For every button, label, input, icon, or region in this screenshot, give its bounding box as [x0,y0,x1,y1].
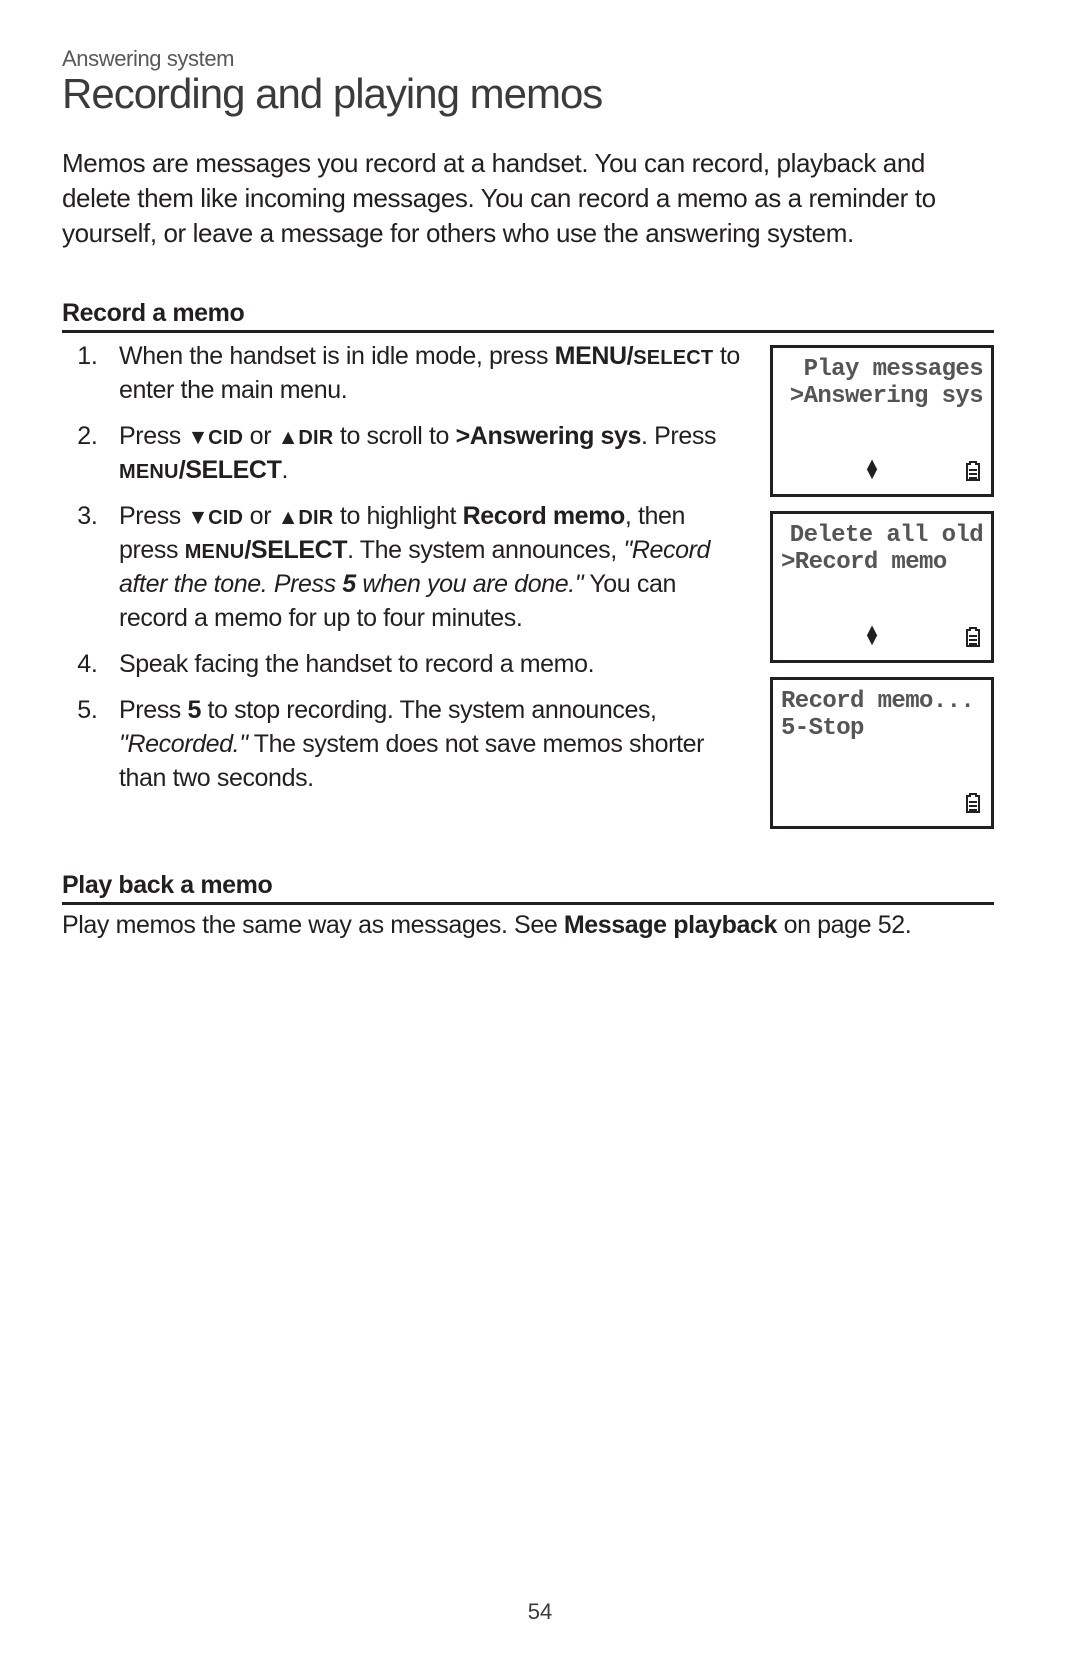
record-heading: Record a memo [62,299,994,333]
handset-screens: Play messages >Answering sys ▲ ▼ Delete … [770,345,994,829]
step-1: When the handset is in idle mode, press … [117,339,746,407]
screen-line: >Answering sys [781,383,983,410]
text: or [243,502,278,530]
screen-line: Play messages [781,356,983,383]
battery-icon [965,626,981,648]
text-bold: Message playback [564,911,777,939]
text: to stop recording. The system announces, [201,696,657,724]
section-eyebrow: Answering system [62,46,994,72]
text: Press [119,696,187,724]
text: . [281,456,288,484]
page-title: Recording and playing memos [62,70,994,118]
page-number: 54 [0,1599,1080,1625]
intro-paragraph: Memos are messages you record at a hands… [62,146,994,251]
text-bold: /SELECT [179,456,282,484]
text: or [243,422,278,450]
screen-icons: ▲ ▼ [781,454,983,488]
text-smallcaps: cid [208,427,243,449]
text-smallcaps: select [633,347,713,369]
down-triangle-icon: ▼ [867,471,878,480]
screen-line: Record memo... [781,688,983,715]
handset-screen-3: Record memo... 5-Stop [770,677,994,829]
playback-note: Play memos the same way as messages. See… [62,911,994,940]
text-smallcaps: cid [208,507,243,529]
screen-line: Delete all old [781,522,983,549]
text: to scroll to [333,422,455,450]
text-bold: >Answering sys [456,422,641,450]
text-italic: when you are done." [356,570,583,598]
up-triangle-icon: ▲ [278,425,299,449]
text-smallcaps: dir [298,507,333,529]
text: Press [119,502,187,530]
text: . Press [641,422,716,450]
battery-icon [965,792,981,814]
text: Play memos the same way as messages. See [62,911,564,939]
down-triangle-icon: ▼ [867,637,878,646]
handset-screen-2: Delete all old >Record memo ▲ ▼ [770,511,994,663]
text-italic-bold: 5 [342,570,356,598]
playback-heading: Play back a memo [62,871,994,905]
screen-icons: ▲ ▼ [781,620,983,654]
text: on page 52. [777,911,911,939]
text-smallcaps: menu [119,461,179,483]
step-2: Press ▼cid or ▲dir to scroll to >Answeri… [117,419,746,487]
text: Press [119,422,187,450]
text: to highlight [333,502,462,530]
down-triangle-icon: ▼ [187,425,208,449]
text-bold: /SELECT [244,536,347,564]
up-down-arrows-icon: ▲ ▼ [867,628,878,646]
text-italic: "Recorded." [119,730,248,758]
step-5: Press 5 to stop recording. The system an… [117,693,746,795]
text-smallcaps: dir [298,427,333,449]
down-triangle-icon: ▼ [187,505,208,529]
handset-screen-1: Play messages >Answering sys ▲ ▼ [770,345,994,497]
up-triangle-icon: ▲ [278,505,299,529]
screen-line: 5-Stop [781,715,983,742]
record-steps: When the handset is in idle mode, press … [62,339,746,807]
screen-line: >Record memo [781,549,983,576]
text-bold: MENU/ [555,342,634,370]
text-bold: Record memo [463,502,625,530]
step-3: Press ▼cid or ▲dir to highlight Record m… [117,499,746,635]
manual-page: Answering system Recording and playing m… [0,0,1080,1665]
up-down-arrows-icon: ▲ ▼ [867,462,878,480]
text: . The system announces, [347,536,623,564]
text-bold: 5 [187,696,201,724]
text-smallcaps: menu [185,541,245,563]
screen-icons [781,786,983,820]
battery-icon [965,460,981,482]
record-row: When the handset is in idle mode, press … [62,339,994,829]
step-4: Speak facing the handset to record a mem… [117,647,746,681]
text: When the handset is in idle mode, press [119,342,555,370]
